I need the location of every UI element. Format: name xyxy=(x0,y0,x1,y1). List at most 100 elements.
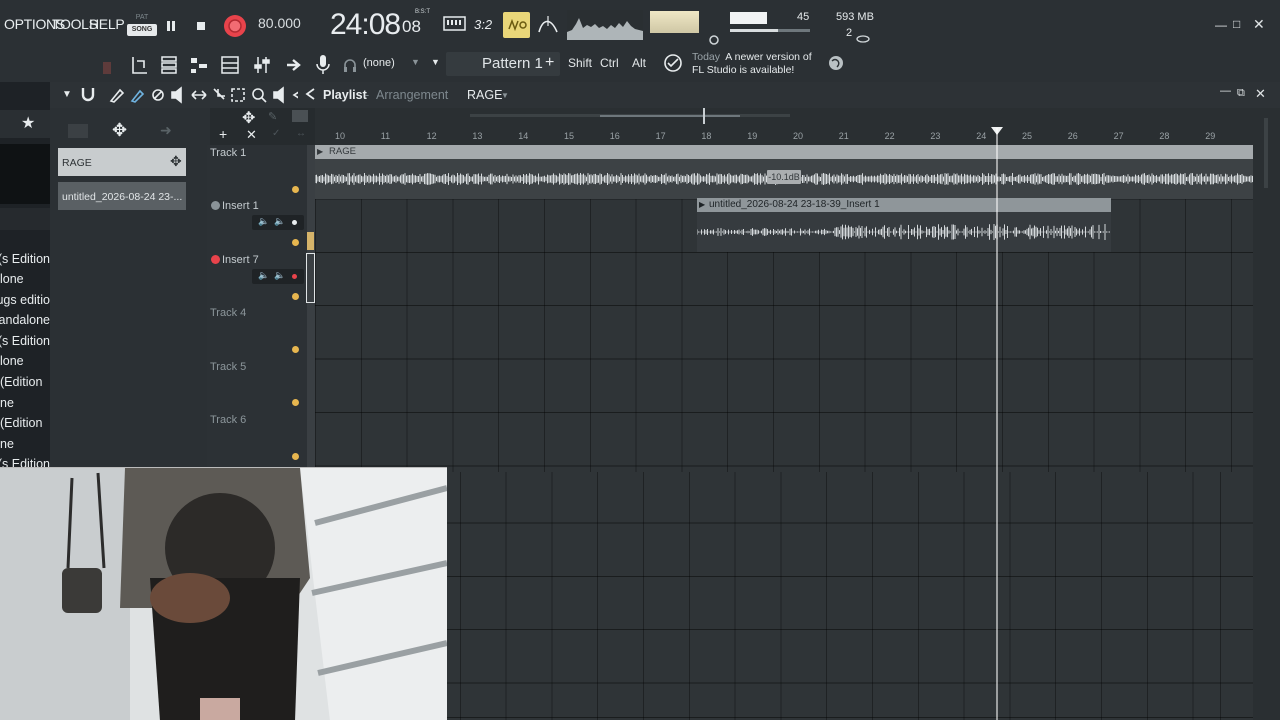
picker-mode-icon[interactable] xyxy=(68,124,88,138)
playlist-minimize-icon[interactable]: — xyxy=(1220,85,1231,97)
online-globe-icon[interactable] xyxy=(828,55,844,71)
scrollbar-thumb[interactable] xyxy=(600,115,740,117)
picker-clip-untitled[interactable]: untitled_2026-08-24 23-... xyxy=(58,182,186,210)
clip-untitled-waveform[interactable] xyxy=(696,212,1111,252)
maximize-icon[interactable]: □ xyxy=(1233,17,1240,31)
track-3-enable-icon[interactable] xyxy=(292,293,299,300)
track-4-enable-icon[interactable] xyxy=(292,346,299,353)
clip-rage-name: RAGE xyxy=(329,146,356,157)
channel-selector[interactable]: (none) xyxy=(363,57,395,69)
clip-untitled-header[interactable]: untitled_2026-08-24 23-18-39_Insert 1 xyxy=(697,198,1111,212)
blend-notes-button[interactable] xyxy=(536,12,560,38)
close-icon[interactable]: ✕ xyxy=(1253,16,1265,33)
horizontal-scrollbar[interactable] xyxy=(315,108,1253,125)
clip-move-icon: ✥ xyxy=(170,153,182,169)
news-icon[interactable] xyxy=(662,52,684,74)
clip-untitled-menu-icon[interactable]: ▶ xyxy=(699,200,705,209)
step-edit-button[interactable] xyxy=(443,15,467,33)
news-panel[interactable]: Today A newer version of FL Studio is av… xyxy=(692,51,832,77)
browser-item[interactable]: s Edition) xyxy=(0,334,50,348)
magnet-icon[interactable] xyxy=(80,86,96,102)
browser-item[interactable]: Edition) xyxy=(0,416,50,430)
playlist-grid-lower[interactable] xyxy=(447,472,1253,720)
picker-clip-rage[interactable]: RAGE xyxy=(58,148,186,176)
browser-item[interactable]: lone xyxy=(0,354,50,368)
mixer-button[interactable] xyxy=(252,54,272,76)
menu-help[interactable]: HELP xyxy=(89,16,125,32)
remove-track-icon[interactable]: ✕ xyxy=(246,127,257,143)
playlist-menu-arrow-icon[interactable]: ▼ xyxy=(62,89,72,100)
output-waveform xyxy=(567,18,643,40)
timeline-ruler[interactable] xyxy=(315,125,1253,145)
plugin-picker-button[interactable] xyxy=(284,54,304,76)
ctrl-key[interactable]: Ctrl xyxy=(600,56,619,70)
insert-1-status-icon xyxy=(211,201,220,210)
insert-7-speaker-icon[interactable]: 🔈 xyxy=(258,270,269,281)
pattern-label: Pattern 1 xyxy=(482,55,543,72)
ruler-tick-label: 28 xyxy=(1159,131,1170,141)
vertical-scrollbar[interactable] xyxy=(1253,108,1280,720)
playlist-arrow-icon[interactable] xyxy=(304,87,318,101)
arrangement-dropdown-icon[interactable]: ▼ xyxy=(501,91,509,100)
browser-item[interactable]: ne xyxy=(0,396,50,410)
track-5-enable-icon[interactable] xyxy=(292,399,299,406)
playlist-restore-icon[interactable]: ⧉ xyxy=(1237,87,1245,100)
clip-rage-header[interactable]: RAGE xyxy=(315,145,1253,159)
picker-move-icon[interactable]: ✥ xyxy=(112,120,127,141)
snap-setting[interactable]: 3:2 xyxy=(474,17,492,32)
tempo-display[interactable]: 80.000 xyxy=(258,15,301,31)
playlist-button[interactable] xyxy=(160,54,178,76)
pattern-song-toggle[interactable]: PAT SONG xyxy=(127,12,157,40)
insert-1-speaker-icon[interactable]: 🔈 xyxy=(258,216,269,227)
record-button[interactable] xyxy=(222,13,248,39)
master-pitch-knob[interactable] xyxy=(708,32,720,45)
track-name-3[interactable]: Insert 7 xyxy=(222,254,259,266)
insert-1-record-icon[interactable] xyxy=(292,220,297,225)
shift-key[interactable]: Shift xyxy=(568,56,592,70)
browser-item[interactable]: s Edition) xyxy=(0,252,50,266)
insert-7-controls: 🔈 🔈 xyxy=(252,269,304,284)
track-6-enable-icon[interactable] xyxy=(292,453,299,460)
track-name-2[interactable]: Insert 1 xyxy=(222,200,259,212)
minimize-icon[interactable]: — xyxy=(1215,18,1227,32)
channel-selector-arrow-icon[interactable]: ▼ xyxy=(411,57,420,67)
stop-button[interactable] xyxy=(190,15,212,37)
track-1-enable-icon[interactable] xyxy=(292,186,299,193)
browser-item[interactable]: andalone xyxy=(0,313,50,327)
playlist-layout-icon[interactable] xyxy=(292,110,308,122)
track-name-4[interactable]: Track 4 xyxy=(210,307,246,319)
song-position-display[interactable]: 24:08 xyxy=(330,8,401,42)
stop-icon xyxy=(197,22,205,30)
browser-item[interactable]: ne xyxy=(0,437,50,451)
add-track-icon[interactable]: + xyxy=(219,126,227,142)
star-icon[interactable]: ★ xyxy=(21,113,35,133)
browser-item[interactable]: ugs editio xyxy=(0,293,50,307)
ruler-tick-label: 24 xyxy=(976,131,987,141)
playlist-close-icon[interactable]: ✕ xyxy=(1255,86,1266,102)
browser-item[interactable]: Edition) xyxy=(0,375,50,389)
track-selected-marker xyxy=(307,232,314,250)
microphone-icon xyxy=(316,55,330,74)
wait-for-input-button[interactable] xyxy=(503,12,530,38)
pattern-menu-arrow-icon[interactable]: ▼ xyxy=(431,57,440,67)
vertical-scrollbar-thumb[interactable] xyxy=(1264,118,1268,188)
piano-roll-button[interactable] xyxy=(189,54,209,76)
track-name-6[interactable]: Track 6 xyxy=(210,414,246,426)
channel-rack-button[interactable] xyxy=(220,54,240,76)
insert-7-record-icon[interactable] xyxy=(292,274,297,279)
arrangement-selector[interactable]: RAGE xyxy=(467,88,502,102)
track-2-enable-icon[interactable] xyxy=(292,239,299,246)
playlist-move-icon[interactable]: ✥ xyxy=(242,108,255,128)
add-pattern-icon[interactable]: + xyxy=(545,54,554,72)
track-name-1[interactable]: Track 1 xyxy=(210,147,246,159)
track-name-5[interactable]: Track 5 xyxy=(210,361,246,373)
audio-recording-button[interactable] xyxy=(314,53,332,77)
slip-tool-icon xyxy=(191,90,207,100)
snap-to-grid-button[interactable] xyxy=(130,54,150,76)
alt-key[interactable]: Alt xyxy=(632,56,646,70)
browser-item[interactable]: lone xyxy=(0,272,50,286)
insert-7-monitor-icon[interactable]: 🔈 xyxy=(274,270,285,281)
clip-rage-menu-icon[interactable]: ▶ xyxy=(317,147,323,156)
pause-button[interactable] xyxy=(160,15,182,37)
insert-1-monitor-icon[interactable]: 🔈 xyxy=(274,216,285,227)
